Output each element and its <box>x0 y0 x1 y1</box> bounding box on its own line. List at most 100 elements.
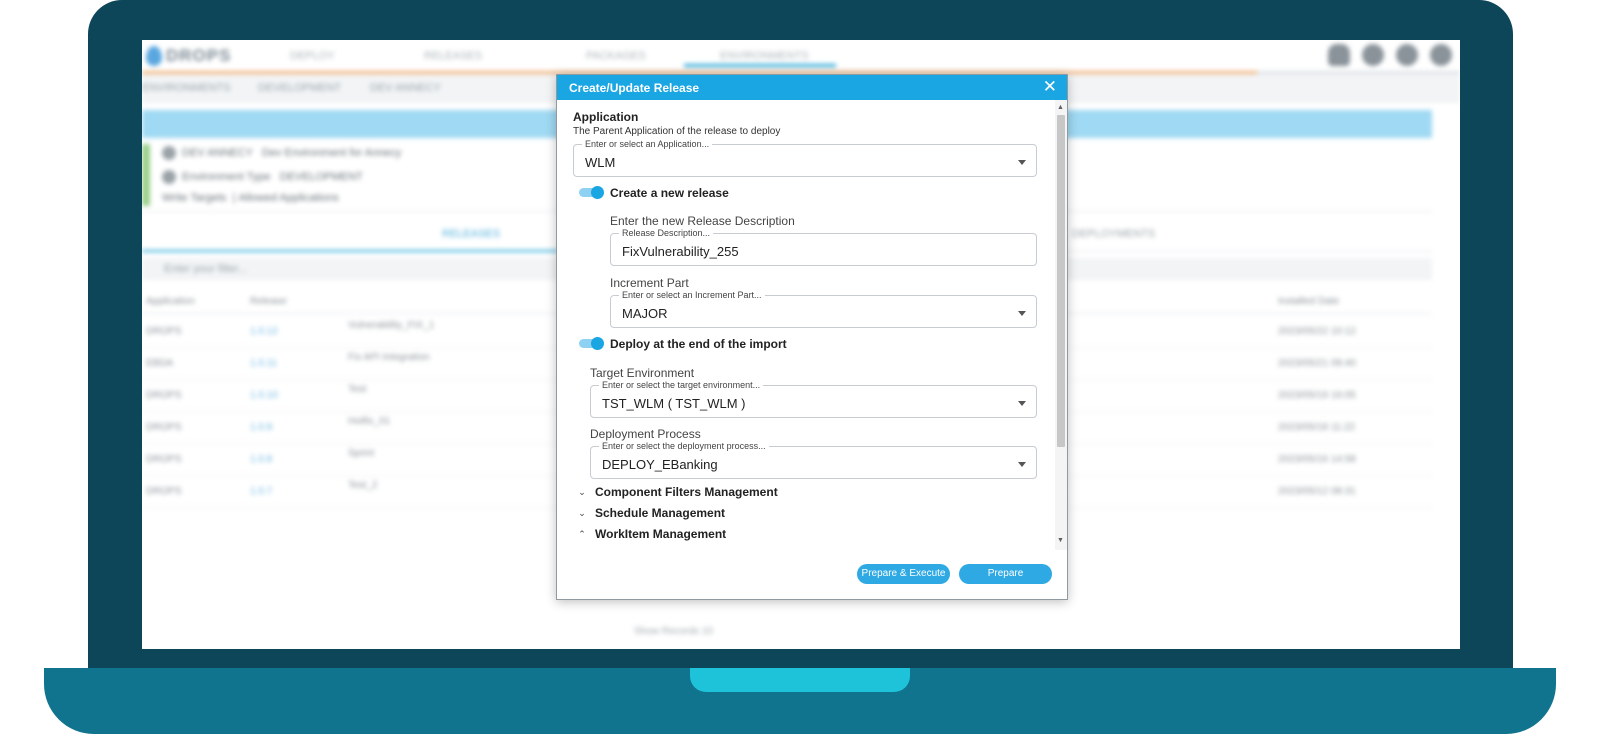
target-environment-select[interactable]: Enter or select the target environment..… <box>590 380 1037 418</box>
workitem-expander[interactable]: ⌃ WorkItem Management <box>577 526 726 542</box>
cell-desc: Fix API Integration <box>348 352 430 363</box>
cell-date: 2023/05/18 11:22 <box>1278 422 1356 433</box>
cell-desc: Vulnerability_FIX_1 <box>348 320 435 331</box>
chevron-down-icon <box>1018 311 1026 316</box>
scroll-up-icon[interactable]: ▲ <box>1057 104 1064 111</box>
cell-desc: Test <box>348 384 367 395</box>
prepare-button[interactable]: Prepare <box>959 564 1052 584</box>
application-value: WLM <box>585 155 616 170</box>
cell-app: DROPS <box>146 326 182 337</box>
cell-date: 2023/05/19 16:05 <box>1278 390 1356 401</box>
increment-part-select[interactable]: Enter or select an Increment Part... MAJ… <box>610 290 1037 328</box>
pager[interactable]: Show Records 10 <box>634 626 713 637</box>
app-logo: DROPS <box>146 46 231 66</box>
cell-date: 2023/05/12 08:31 <box>1278 486 1356 497</box>
env-link[interactable]: Allowed Applications <box>238 192 338 204</box>
gear-icon[interactable] <box>1362 44 1384 66</box>
cell-release[interactable]: 1.0.11 <box>250 358 277 369</box>
nav-packages[interactable]: PACKAGES <box>586 50 646 62</box>
cell-desc: Sprint <box>348 448 375 459</box>
component-filters-expander[interactable]: ⌄ Component Filters Management <box>577 484 777 500</box>
breadcrumb-item[interactable]: ENVIRONMENTS <box>142 82 231 94</box>
cell-desc: Test_2 <box>348 480 378 491</box>
application-subtitle: The Parent Application of the release to… <box>573 126 781 137</box>
env-name-line: DEV ANNECY Dev Environment for Annecy <box>162 146 401 160</box>
target-environment-value: TST_WLM ( TST_WLM ) <box>602 396 746 411</box>
cell-app: EBDA <box>146 358 174 369</box>
scrollbar-thumb[interactable] <box>1057 115 1065 447</box>
deployment-process-select[interactable]: Enter or select the deployment process..… <box>590 441 1037 479</box>
cell-app: DROPS <box>146 390 182 401</box>
cell-date: 2023/05/21 09:40 <box>1278 358 1356 369</box>
cell-release[interactable]: 1.0.7 <box>250 486 272 497</box>
env-icon <box>162 146 176 160</box>
deployment-process-value: DEPLOY_EBanking <box>602 457 718 472</box>
column-header[interactable]: Installed Date <box>1278 296 1339 307</box>
create-update-release-dialog: Create/Update Release ✕ Application The … <box>556 74 1068 600</box>
env-type-icon <box>162 170 176 184</box>
cell-release[interactable]: 1.0.8 <box>250 454 272 465</box>
avatar[interactable] <box>1430 44 1452 66</box>
cell-app: DROPS <box>146 486 182 497</box>
cell-desc: Hotfix_01 <box>348 416 391 427</box>
chevron-down-icon <box>1018 462 1026 467</box>
release-description-placeholder: Release Description... <box>619 228 714 238</box>
toggle-knob <box>591 186 604 199</box>
nav-releases[interactable]: RELEASES <box>424 50 482 62</box>
env-desc: Dev Environment for Annecy <box>261 146 402 159</box>
schedule-label: Schedule Management <box>595 506 726 520</box>
prepare-execute-button[interactable]: Prepare & Execute <box>857 564 950 584</box>
cell-release[interactable]: 1.0.12 <box>250 326 278 337</box>
application-select[interactable]: Enter or select an Application... WLM <box>573 139 1037 177</box>
env-type-line: Environment Type DEVELOPMENT <box>162 170 363 184</box>
breadcrumb-item[interactable]: DEVELOPMENT <box>258 82 341 94</box>
release-description-input[interactable]: Release Description... FixVulnerability_… <box>610 228 1037 266</box>
scroll-down-icon[interactable]: ▼ <box>1057 537 1064 544</box>
tab-releases[interactable]: RELEASES <box>442 228 500 240</box>
release-description-label: Enter the new Release Description <box>610 214 795 228</box>
status-strip <box>142 144 150 206</box>
env-link[interactable]: Write Targets <box>162 192 226 204</box>
chevron-down-icon <box>1018 160 1026 165</box>
cell-app: DROPS <box>146 422 182 433</box>
logo-text: DROPS <box>166 46 232 65</box>
column-header[interactable]: Application <box>146 296 195 307</box>
tab-active-indicator <box>142 250 558 252</box>
close-icon[interactable]: ✕ <box>1043 78 1057 96</box>
deploy-label: Deploy at the end of the import <box>610 337 787 351</box>
deploy-toggle[interactable] <box>579 337 604 350</box>
deployment-process-placeholder: Enter or select the deployment process..… <box>599 441 769 451</box>
application-title: Application <box>573 110 639 124</box>
nav-deploy[interactable]: DEPLOY <box>290 50 335 62</box>
dialog-header: Create/Update Release ✕ <box>557 75 1067 100</box>
create-release-label: Create a new release <box>610 186 729 200</box>
deployment-process-label: Deployment Process <box>590 427 701 441</box>
tab-deployments[interactable]: DEPLOYMENTS <box>1072 228 1155 240</box>
target-environment-label: Target Environment <box>590 366 695 380</box>
filter-placeholder: Enter your filter... <box>164 263 248 275</box>
cell-release[interactable]: 1.0.9 <box>250 422 272 433</box>
workitem-label: WorkItem Management <box>595 527 727 541</box>
drop-logo-icon <box>146 46 162 66</box>
user-icon[interactable] <box>1396 44 1418 66</box>
bell-icon[interactable] <box>1328 44 1350 66</box>
increment-part-label: Increment Part <box>610 276 689 290</box>
toggle-knob <box>591 337 604 350</box>
env-links: Write Targets | Allowed Applications <box>162 192 339 204</box>
laptop-notch <box>690 668 910 692</box>
env-name: DEV ANNECY <box>182 146 253 159</box>
nav-active-indicator <box>684 64 836 67</box>
release-description-value: FixVulnerability_255 <box>622 244 739 259</box>
dialog-body: Application The Parent Application of th… <box>557 100 1055 550</box>
chevron-down-icon: ⌄ <box>578 507 586 518</box>
create-release-toggle[interactable] <box>579 186 604 199</box>
cell-release[interactable]: 1.0.10 <box>250 390 278 401</box>
dialog-title: Create/Update Release <box>569 81 700 95</box>
column-header[interactable]: Release <box>250 296 287 307</box>
schedule-expander[interactable]: ⌄ Schedule Management <box>577 505 725 521</box>
cell-app: DROPS <box>146 454 182 465</box>
breadcrumb-item[interactable]: DEV ANNECY <box>370 82 441 94</box>
increment-part-placeholder: Enter or select an Increment Part... <box>619 290 765 300</box>
target-environment-placeholder: Enter or select the target environment..… <box>599 380 764 390</box>
nav-environments[interactable]: ENVIRONMENTS <box>720 50 809 62</box>
